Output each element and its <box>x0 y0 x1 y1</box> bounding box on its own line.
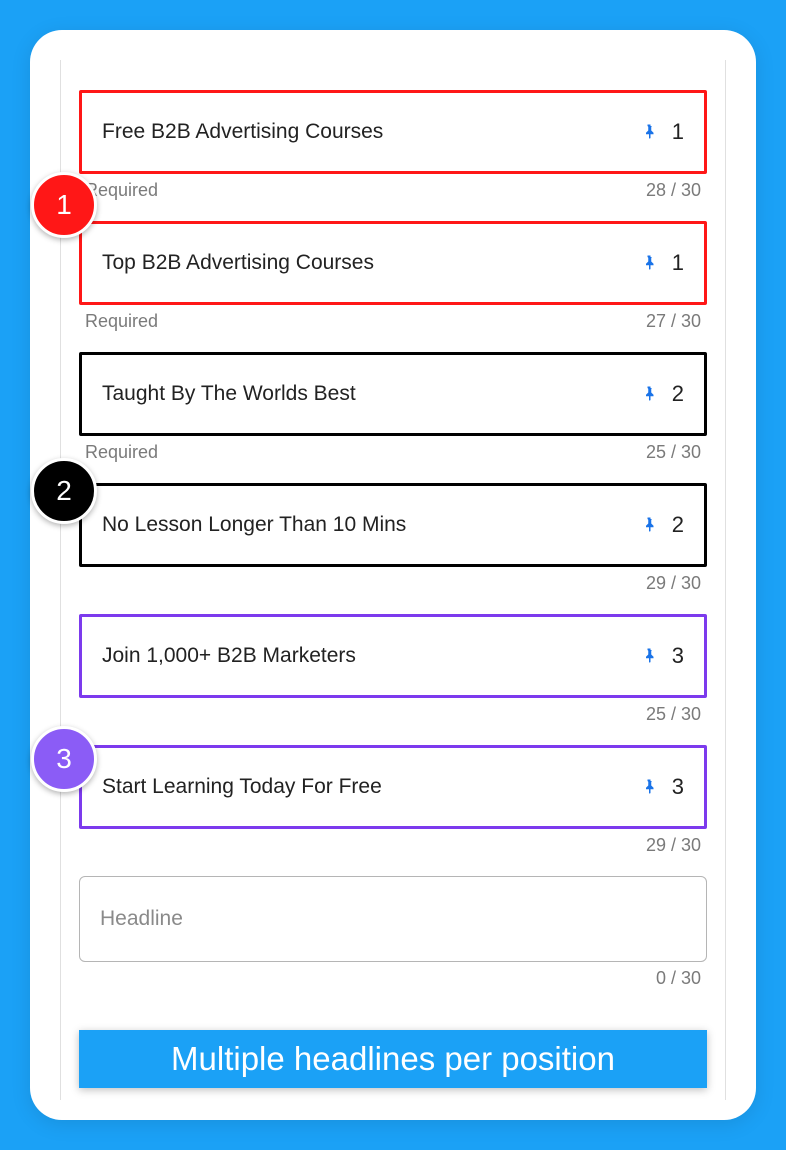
char-count: 28 / 30 <box>646 180 701 201</box>
pin-control[interactable]: 2 <box>640 512 684 538</box>
meta-row: Required 25 / 30 <box>79 436 707 475</box>
meta-row: 0 / 30 <box>79 962 707 1001</box>
char-count: 27 / 30 <box>646 311 701 332</box>
char-count: 29 / 30 <box>646 573 701 594</box>
pin-position: 2 <box>672 381 684 407</box>
headline-input[interactable]: Join 1,000+ B2B Marketers 3 <box>79 614 707 698</box>
headline-input[interactable]: Taught By The Worlds Best 2 <box>79 352 707 436</box>
headline-input[interactable]: No Lesson Longer Than 10 Mins 2 <box>79 483 707 567</box>
headline-row-empty: Headline 0 / 30 <box>79 876 707 1001</box>
position-badge-2: 2 <box>31 458 97 524</box>
pin-icon <box>640 383 658 405</box>
pin-control[interactable]: 3 <box>640 643 684 669</box>
pin-icon <box>640 776 658 798</box>
char-count: 29 / 30 <box>646 835 701 856</box>
required-label: Required <box>85 311 158 332</box>
headline-text: Start Learning Today For Free <box>102 775 382 799</box>
headline-text: Top B2B Advertising Courses <box>102 251 374 275</box>
position-badge-3: 3 <box>31 726 97 792</box>
position-badge-1: 1 <box>31 172 97 238</box>
headline-row: Start Learning Today For Free 3 29 / 30 <box>79 745 707 868</box>
caption-banner: Multiple headlines per position <box>79 1030 707 1088</box>
headline-row: Top B2B Advertising Courses 1 Required 2… <box>79 221 707 344</box>
char-count: 0 / 30 <box>656 968 701 989</box>
meta-row: Required 28 / 30 <box>79 174 707 213</box>
char-count: 25 / 30 <box>646 704 701 725</box>
headline-text: Join 1,000+ B2B Marketers <box>102 644 356 668</box>
headline-text: No Lesson Longer Than 10 Mins <box>102 513 406 537</box>
pin-position: 2 <box>672 512 684 538</box>
pin-control[interactable]: 1 <box>640 119 684 145</box>
meta-row: 29 / 30 <box>79 567 707 606</box>
pin-position: 1 <box>672 250 684 276</box>
headline-text: Taught By The Worlds Best <box>102 382 356 406</box>
headline-row: Taught By The Worlds Best 2 Required 25 … <box>79 352 707 475</box>
headline-row: No Lesson Longer Than 10 Mins 2 29 / 30 <box>79 483 707 606</box>
inner-panel: 1 2 3 Free B2B Advertising Courses 1 Req… <box>60 60 726 1100</box>
headline-input[interactable]: Start Learning Today For Free 3 <box>79 745 707 829</box>
headline-text: Free B2B Advertising Courses <box>102 120 383 144</box>
pin-position: 3 <box>672 643 684 669</box>
required-label: Required <box>85 442 158 463</box>
pin-icon <box>640 514 658 536</box>
pin-control[interactable]: 2 <box>640 381 684 407</box>
pin-position: 1 <box>672 119 684 145</box>
pin-icon <box>640 645 658 667</box>
headline-input[interactable]: Free B2B Advertising Courses 1 <box>79 90 707 174</box>
pin-icon <box>640 121 658 143</box>
headline-input[interactable]: Top B2B Advertising Courses 1 <box>79 221 707 305</box>
headline-row: Free B2B Advertising Courses 1 Required … <box>79 90 707 213</box>
headline-input-empty[interactable]: Headline <box>79 876 707 962</box>
meta-row: 25 / 30 <box>79 698 707 737</box>
pin-position: 3 <box>672 774 684 800</box>
card-container: 1 2 3 Free B2B Advertising Courses 1 Req… <box>30 30 756 1120</box>
pin-control[interactable]: 1 <box>640 250 684 276</box>
pin-icon <box>640 252 658 274</box>
meta-row: Required 27 / 30 <box>79 305 707 344</box>
meta-row: 29 / 30 <box>79 829 707 868</box>
pin-control[interactable]: 3 <box>640 774 684 800</box>
char-count: 25 / 30 <box>646 442 701 463</box>
headline-placeholder: Headline <box>100 907 183 931</box>
headline-row: Join 1,000+ B2B Marketers 3 25 / 30 <box>79 614 707 737</box>
